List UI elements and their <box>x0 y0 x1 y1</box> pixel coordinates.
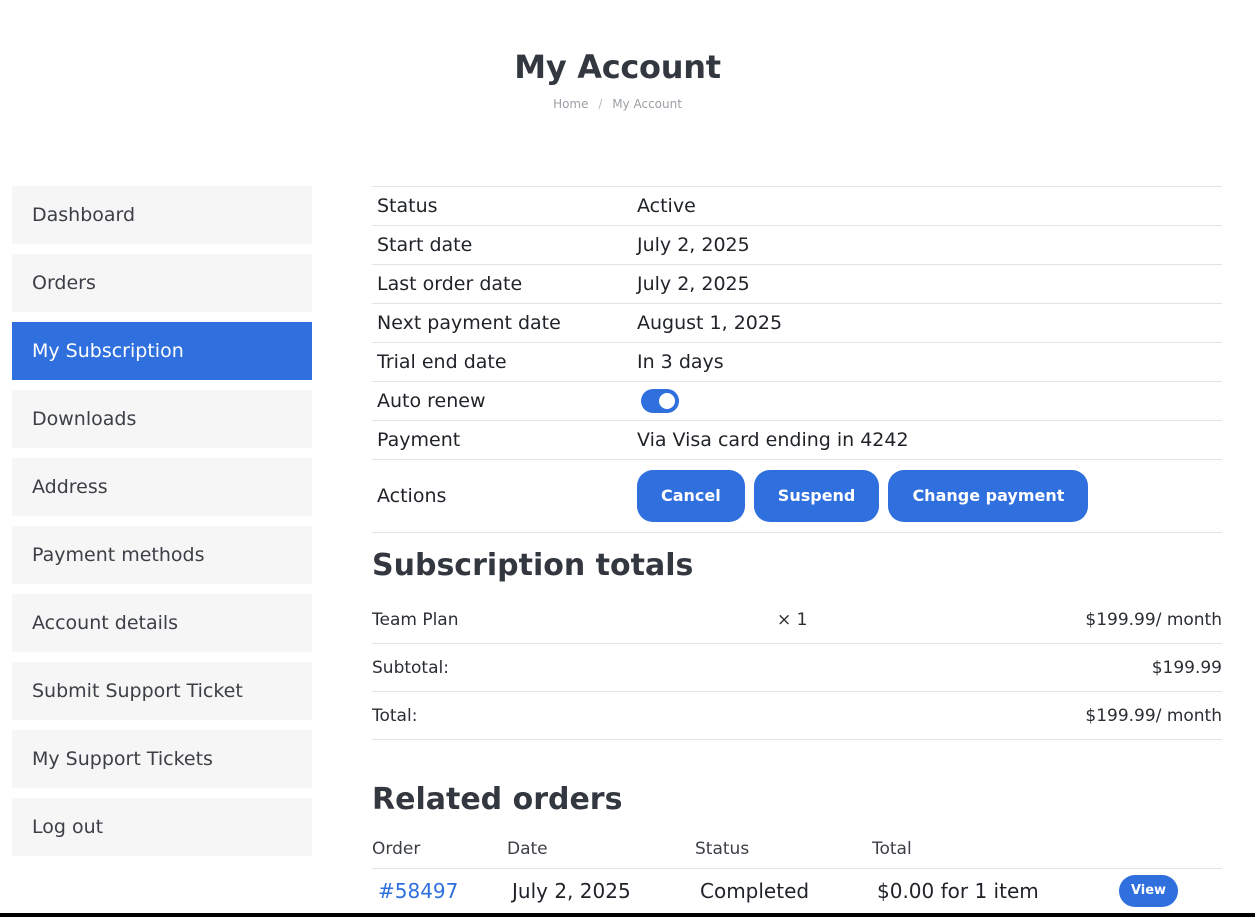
sidebar-item-account-details[interactable]: Account details <box>12 594 312 652</box>
plan-name: Team Plan <box>372 609 459 630</box>
plan-price: $199.99/ month <box>1085 609 1222 630</box>
table-row: Team Plan × 1 $199.99/ month <box>372 596 1222 644</box>
orders-header-row: Order Date Status Total <box>372 830 1222 869</box>
start-date-label: Start date <box>372 225 632 265</box>
sidebar-item-my-support-tickets[interactable]: My Support Tickets <box>12 730 312 788</box>
auto-renew-toggle[interactable] <box>641 389 679 413</box>
next-payment-date-label: Next payment date <box>372 303 632 343</box>
view-order-button[interactable]: View <box>1119 875 1178 907</box>
sidebar-item-dashboard[interactable]: Dashboard <box>12 186 312 244</box>
breadcrumb-current: My Account <box>612 97 682 111</box>
sidebar-item-downloads[interactable]: Downloads <box>12 390 312 448</box>
plan-quantity: × 1 <box>777 609 808 630</box>
actions-cell: Cancel Suspend Change payment <box>632 459 1222 533</box>
order-date: July 2, 2025 <box>512 879 631 903</box>
table-row: Status Active <box>372 186 1222 226</box>
toggle-knob <box>659 393 675 409</box>
breadcrumb: Home / My Account <box>0 97 1235 111</box>
status-value: Active <box>632 186 1222 226</box>
trial-end-date-value: In 3 days <box>632 342 1222 382</box>
payment-label: Payment <box>372 420 632 460</box>
table-row: Trial end date In 3 days <box>372 342 1222 382</box>
column-header-order: Order <box>372 839 421 859</box>
change-payment-button[interactable]: Change payment <box>888 470 1089 522</box>
breadcrumb-home[interactable]: Home <box>553 97 588 111</box>
subscription-content: Status Active Start date July 2, 2025 La… <box>372 186 1222 907</box>
sidebar-item-address[interactable]: Address <box>12 458 312 516</box>
cancel-button[interactable]: Cancel <box>637 470 745 522</box>
suspend-button[interactable]: Suspend <box>753 470 880 522</box>
page-title: My Account <box>514 48 721 86</box>
table-row: Next payment date August 1, 2025 <box>372 303 1222 343</box>
order-number-link[interactable]: #58497 <box>378 879 458 903</box>
auto-renew-label: Auto renew <box>372 381 632 421</box>
column-header-total: Total <box>872 839 912 859</box>
order-status: Completed <box>700 879 810 903</box>
subtotal-value: $199.99 <box>1151 657 1222 678</box>
order-total: $0.00 for 1 item <box>877 879 1039 903</box>
breadcrumb-separator: / <box>598 97 603 111</box>
subscription-totals-heading: Subscription totals <box>372 548 694 583</box>
table-row: Auto renew <box>372 381 1222 421</box>
start-date-value: July 2, 2025 <box>632 225 1222 265</box>
subtotal-label: Subtotal: <box>372 657 449 678</box>
table-row: Start date July 2, 2025 <box>372 225 1222 265</box>
sidebar-item-my-subscription[interactable]: My Subscription <box>12 322 312 380</box>
account-sidebar: Dashboard Orders My Subscription Downloa… <box>12 186 312 866</box>
subscription-totals-table: Team Plan × 1 $199.99/ month Subtotal: $… <box>372 596 1222 740</box>
table-row: Total: $199.99/ month <box>372 692 1222 740</box>
table-row: Subtotal: $199.99 <box>372 644 1222 692</box>
last-order-date-label: Last order date <box>372 264 632 304</box>
trial-end-date-label: Trial end date <box>372 342 632 382</box>
sidebar-item-submit-support-ticket[interactable]: Submit Support Ticket <box>12 662 312 720</box>
total-value: $199.99/ month <box>1085 705 1222 726</box>
payment-value: Via Visa card ending in 4242 <box>632 420 1222 460</box>
table-row: Actions Cancel Suspend Change payment <box>372 459 1222 533</box>
sidebar-item-payment-methods[interactable]: Payment methods <box>12 526 312 584</box>
auto-renew-cell <box>632 381 1222 421</box>
table-row: #58497 July 2, 2025 Completed $0.00 for … <box>372 869 1222 913</box>
column-header-date: Date <box>507 839 548 859</box>
related-orders-heading: Related orders <box>372 782 623 817</box>
status-label: Status <box>372 186 632 226</box>
column-header-status: Status <box>695 839 750 859</box>
related-orders-table: Order Date Status Total #58497 July 2, 2… <box>372 830 1222 913</box>
bottom-divider <box>0 913 1255 917</box>
sidebar-item-log-out[interactable]: Log out <box>12 798 312 856</box>
subscription-details-table: Status Active Start date July 2, 2025 La… <box>372 186 1222 533</box>
table-row: Last order date July 2, 2025 <box>372 264 1222 304</box>
sidebar-item-orders[interactable]: Orders <box>12 254 312 312</box>
table-row: Payment Via Visa card ending in 4242 <box>372 420 1222 460</box>
total-label: Total: <box>372 705 418 726</box>
last-order-date-value: July 2, 2025 <box>632 264 1222 304</box>
next-payment-date-value: August 1, 2025 <box>632 303 1222 343</box>
actions-label: Actions <box>372 459 632 533</box>
